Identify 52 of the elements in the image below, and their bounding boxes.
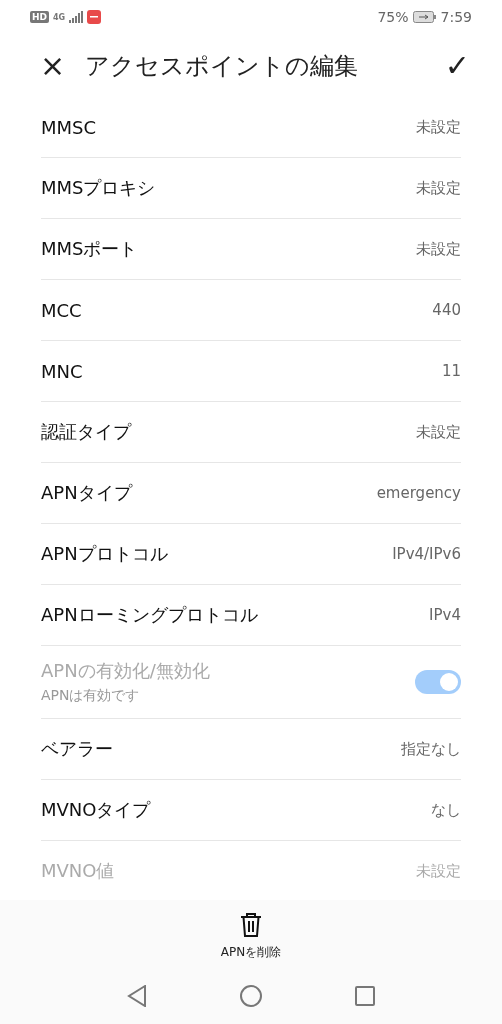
home-icon[interactable] (240, 984, 262, 1007)
settings-row[interactable]: MCC 440 (41, 280, 461, 341)
settings-row[interactable]: MNC 11 (41, 341, 461, 402)
row-label: MNC (41, 360, 83, 382)
back-icon[interactable] (126, 984, 147, 1007)
recents-icon[interactable] (355, 985, 376, 1006)
row-label: APNの有効化/無効化 (41, 659, 210, 683)
settings-row[interactable]: APNタイプ emergency (41, 463, 461, 524)
settings-row[interactable]: MMSポート 未設定 (41, 219, 461, 280)
row-label: MVNOタイプ (41, 798, 151, 822)
settings-row[interactable]: MMSプロキシ 未設定 (41, 158, 461, 219)
row-label: MMSポート (41, 237, 138, 261)
row-value: IPv4 (429, 606, 461, 624)
close-button[interactable]: × (32, 44, 74, 87)
row-value: 指定なし (401, 739, 461, 759)
row-value: 未設定 (416, 239, 461, 259)
row-value: 未設定 (416, 861, 461, 881)
row-value: 未設定 (416, 422, 461, 442)
row-value: 11 (441, 362, 461, 380)
row-value: 未設定 (416, 178, 461, 198)
row-label: MCC (41, 299, 82, 321)
row-label: ベアラー (41, 737, 113, 761)
signal-icon (69, 11, 84, 23)
row-label: MMSプロキシ (41, 176, 156, 200)
row-summary: APNは有効です (41, 687, 141, 705)
row-label: APNプロトコル (41, 542, 168, 566)
row-value: 未設定 (416, 117, 461, 137)
battery-percent: 75% (377, 9, 409, 25)
row-value: emergency (376, 484, 461, 502)
app-notification-icon (87, 10, 102, 24)
row-value: IPv4/IPv6 (392, 545, 461, 563)
settings-row[interactable]: APNプロトコル IPv4/IPv6 (41, 524, 461, 585)
battery-icon (412, 11, 437, 23)
row-value: 440 (432, 301, 461, 319)
confirm-button[interactable]: ✓ (436, 44, 478, 87)
clock: 7:59 (440, 9, 472, 25)
hd-badge: HD (30, 11, 49, 23)
row-label: MVNO値 (41, 859, 115, 883)
row-label: APNタイプ (41, 481, 132, 505)
row-label: APNローミングプロトコル (41, 603, 258, 627)
row-label: 認証タイプ (41, 420, 131, 444)
row-label: MMSC (41, 116, 97, 138)
settings-row[interactable]: MMSC 未設定 (41, 97, 461, 158)
settings-row[interactable]: MVNOタイプ なし (41, 780, 461, 841)
settings-row[interactable]: APNローミングプロトコル IPv4 (41, 585, 461, 646)
settings-row[interactable]: ベアラー 指定なし (41, 719, 461, 780)
trash-icon (239, 912, 263, 938)
row-value: なし (431, 800, 461, 820)
settings-row[interactable]: 認証タイプ 未設定 (41, 402, 461, 463)
delete-apn-button[interactable]: APNを削除 (212, 900, 290, 967)
page-title: アクセスポイントの編集 (85, 50, 360, 82)
network-type: 4G (53, 12, 66, 22)
